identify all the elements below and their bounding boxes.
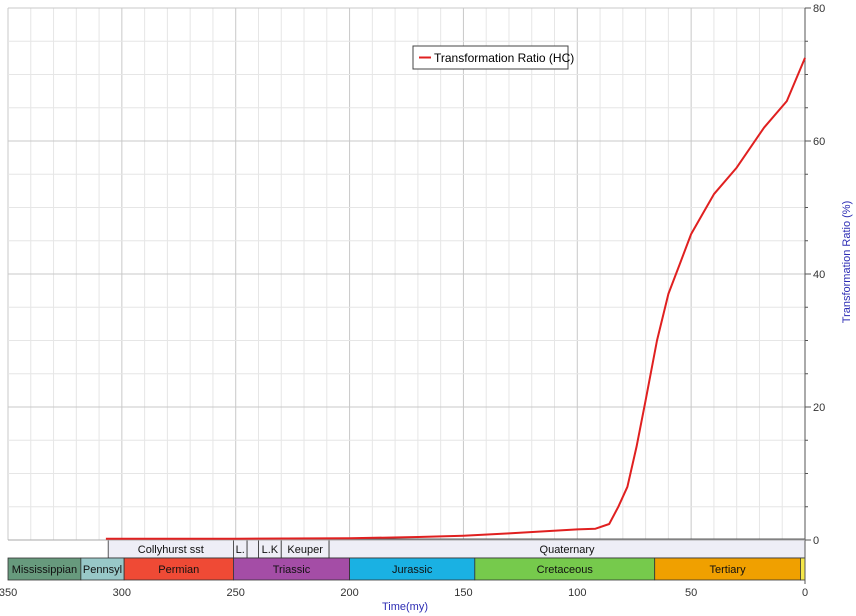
x-tick-label: 100 bbox=[568, 587, 586, 599]
y-tick-label: 80 bbox=[813, 3, 825, 15]
period-label: Jurassic bbox=[392, 564, 433, 576]
y-axis-title: Transformation Ratio (%) bbox=[841, 201, 853, 323]
x-tick-label: 0 bbox=[802, 587, 808, 599]
x-tick-label: 250 bbox=[227, 587, 245, 599]
stratigraphy-bands: Collyhurst sst L. L.K Keuper Quaternary Missi… bbox=[7, 538, 806, 581]
formation-label: Quaternary bbox=[540, 544, 596, 556]
x-tick-label: 350 bbox=[0, 587, 17, 599]
x-tick-label: 300 bbox=[113, 587, 131, 599]
period-label: Pennsyl bbox=[83, 564, 122, 576]
series-layer bbox=[105, 57, 806, 540]
formation-label: L.K bbox=[262, 544, 279, 556]
y-tick-label: 0 bbox=[813, 535, 819, 547]
transformation-ratio-chart: Collyhurst sst L. L.K Keuper Quaternary Missi… bbox=[0, 3, 853, 613]
x-tick-label: 200 bbox=[340, 587, 358, 599]
x-tick-label: 50 bbox=[685, 587, 697, 599]
period-cell bbox=[800, 557, 806, 581]
series-line-transformation-ratio bbox=[105, 57, 806, 540]
legend-label: Transformation Ratio (HC) bbox=[434, 51, 574, 65]
formation-label: L. bbox=[236, 544, 245, 556]
y-tick-label: 60 bbox=[813, 136, 825, 148]
grid bbox=[7, 7, 806, 541]
y-tick-label: 20 bbox=[813, 402, 825, 414]
formation-label: Keuper bbox=[287, 544, 323, 556]
formation-label: Collyhurst sst bbox=[138, 544, 204, 556]
plot-frame bbox=[8, 7, 811, 584]
tick-labels: 350 300 250 200 150 100 50 0 0 20 40 60 80 bbox=[0, 3, 825, 599]
period-label: Permian bbox=[158, 564, 199, 576]
x-tick-label: 150 bbox=[454, 587, 472, 599]
period-label: Mississippian bbox=[12, 564, 77, 576]
formation-cell bbox=[246, 538, 259, 559]
legend: Transformation Ratio (HC) bbox=[412, 45, 574, 70]
period-label: Triassic bbox=[273, 564, 311, 576]
x-axis-title: Time(my) bbox=[382, 601, 428, 613]
period-label: Tertiary bbox=[710, 564, 747, 576]
y-tick-label: 40 bbox=[813, 269, 825, 281]
period-label: Cretaceous bbox=[537, 564, 594, 576]
